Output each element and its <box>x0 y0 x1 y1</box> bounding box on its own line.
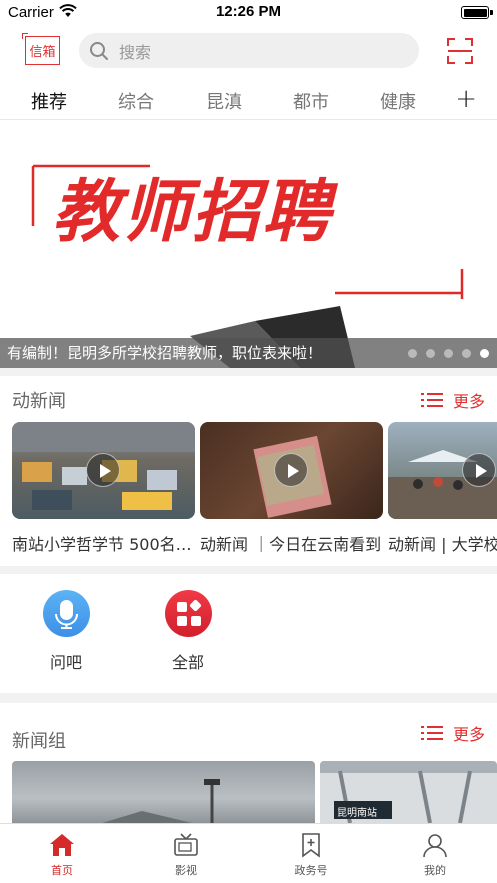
channel-tabs: 推荐 综合 昆滇 都市 健康 + <box>0 82 497 120</box>
video-title: 动新闻 ｜今日在云南看到 <box>200 535 382 554</box>
status-bar: Carrier 12:26 PM <box>0 0 497 26</box>
all-entry[interactable]: 全部 <box>148 590 228 673</box>
app-header: 信箱 搜索 <box>0 26 497 76</box>
tab-kundian[interactable]: 昆滇 <box>206 88 242 114</box>
search-placeholder: 搜索 <box>119 42 152 62</box>
ask-label: 问吧 <box>49 653 82 672</box>
station-sign: 昆明南站 <box>337 808 377 819</box>
video-card[interactable]: 动新闻 ｜今日在云南看到 <box>200 422 383 555</box>
nav-government[interactable]: 政务号 <box>276 832 346 878</box>
clock: 12:26 PM <box>215 3 282 20</box>
mailbox-label: 信箱 <box>29 45 56 60</box>
user-icon <box>423 834 447 858</box>
video-more-label: 更多 <box>452 392 485 411</box>
nav-video-label: 影视 <box>175 864 197 877</box>
video-more-link[interactable]: 更多 <box>420 388 485 412</box>
bookmark-plus-icon <box>302 833 320 858</box>
carousel-dot-active <box>480 349 489 358</box>
play-icon <box>274 453 308 487</box>
tv-icon <box>174 833 198 856</box>
video-title: 动新闻 | 大学校园 <box>388 535 497 554</box>
tab-recommend[interactable]: 推荐 <box>31 88 67 114</box>
video-card[interactable]: 南站小学哲学节 500名学生 <box>12 422 195 555</box>
battery-icon <box>461 6 489 19</box>
newsgroup-more-label: 更多 <box>452 725 485 744</box>
section-divider <box>0 693 497 703</box>
play-icon <box>86 453 120 487</box>
list-icon <box>420 393 443 407</box>
video-thumbnail <box>388 422 497 519</box>
search-input[interactable]: 搜索 <box>79 33 419 68</box>
carousel-dot <box>444 349 453 358</box>
newsgroup-more-link[interactable]: 更多 <box>420 721 485 745</box>
tab-general[interactable]: 综合 <box>118 88 154 114</box>
add-channel-button[interactable]: + <box>455 84 477 114</box>
video-card[interactable]: 动新闻 | 大学校园 <box>388 422 497 555</box>
section-divider <box>0 368 497 376</box>
carousel-dot <box>408 349 417 358</box>
video-title: 南站小学哲学节 500名学生 <box>12 535 195 554</box>
search-icon <box>90 41 108 60</box>
nav-profile-label: 我的 <box>424 864 446 877</box>
microphone-icon <box>42 590 90 637</box>
nav-video[interactable]: 影视 <box>151 832 221 878</box>
ask-entry[interactable]: 问吧 <box>26 590 106 673</box>
carousel-indicator <box>408 349 489 358</box>
banner-headline: 教师招聘 <box>52 173 333 252</box>
section-divider <box>0 566 497 574</box>
battery-tip <box>490 10 493 15</box>
home-icon <box>50 834 74 856</box>
newsgroup-image[interactable] <box>12 761 315 823</box>
video-section-title: 动新闻 <box>12 391 66 412</box>
video-thumbnail <box>200 422 383 519</box>
list-icon <box>420 726 443 740</box>
carousel-dot <box>426 349 435 358</box>
newsgroup-section-title: 新闻组 <box>12 731 66 752</box>
banner-carousel[interactable]: 教师招聘 有编制！昆明多所学校招聘教师，职位表来啦！ <box>0 121 497 368</box>
tab-city[interactable]: 都市 <box>293 88 329 114</box>
bottom-nav: 首页 影视 政务号 我的 <box>0 823 497 883</box>
all-label: 全部 <box>171 653 204 672</box>
grid-icon <box>164 590 212 637</box>
nav-profile[interactable]: 我的 <box>400 832 470 878</box>
nav-home-label: 首页 <box>51 864 73 877</box>
nav-government-label: 政务号 <box>294 864 328 877</box>
mailbox-corner-mark <box>22 33 28 39</box>
newsgroup-image[interactable]: 昆明南站 <box>320 761 497 823</box>
tab-health[interactable]: 健康 <box>380 88 416 114</box>
mailbox-button[interactable]: 信箱 <box>22 33 60 65</box>
sky-image <box>102 779 220 823</box>
scan-icon[interactable] <box>447 38 473 64</box>
video-thumbnail <box>12 422 195 519</box>
play-icon <box>462 453 496 487</box>
nav-home[interactable]: 首页 <box>27 832 97 878</box>
carousel-dot <box>462 349 471 358</box>
